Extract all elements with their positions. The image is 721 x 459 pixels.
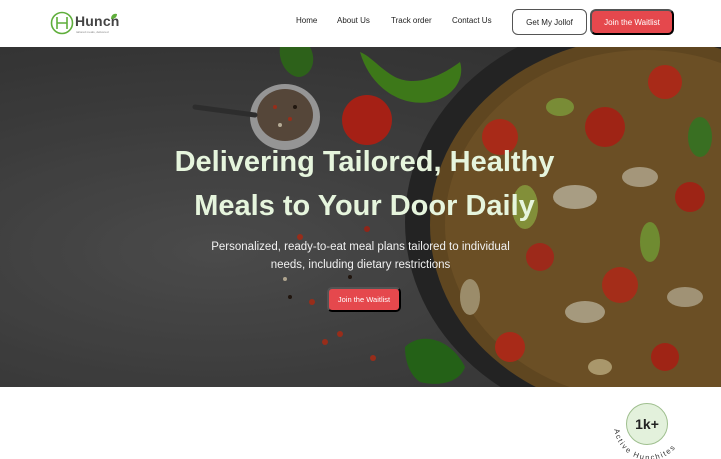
active-users-badge: 1k+ Active Hunchites <box>609 399 689 459</box>
brand-tagline: tailored meals, delivered <box>76 30 109 34</box>
brand-logo[interactable]: Hunch tailored meals, delivered <box>50 11 120 37</box>
nav-about-us[interactable]: About Us <box>337 16 370 25</box>
active-users-caption: Active Hunchites <box>612 428 678 459</box>
hero-title-line-1: Delivering Tailored, Healthy <box>174 146 555 178</box>
hero-title-line-2: Meals to Your Door Daily <box>194 190 535 222</box>
hero-subtitle: Personalized, ready-to-eat meal plans ta… <box>0 238 721 274</box>
hero-title: Delivering Tailored, Healthy Meals to Yo… <box>0 140 721 228</box>
get-my-jollof-button[interactable]: Get My Jollof <box>512 9 587 35</box>
leaf-logo-icon <box>50 11 74 35</box>
join-waitlist-hero-button[interactable]: Join the Waitlist <box>327 287 401 312</box>
hero-section: Delivering Tailored, Healthy Meals to Yo… <box>0 47 721 387</box>
navbar: Hunch tailored meals, delivered Home Abo… <box>0 0 721 47</box>
nav-track-order[interactable]: Track order <box>391 16 432 25</box>
svg-text:Active Hunchites: Active Hunchites <box>612 428 678 459</box>
join-waitlist-nav-button[interactable]: Join the Waitlist <box>590 9 674 35</box>
hero-subtitle-line-1: Personalized, ready-to-eat meal plans ta… <box>211 241 510 253</box>
hero-subtitle-line-2: needs, including dietary restrictions <box>270 259 451 271</box>
nav-contact-us[interactable]: Contact Us <box>452 16 492 25</box>
active-users-caption-text: Active Hunchites <box>612 428 676 459</box>
leaf-icon <box>111 13 117 19</box>
nav-home[interactable]: Home <box>296 16 317 25</box>
